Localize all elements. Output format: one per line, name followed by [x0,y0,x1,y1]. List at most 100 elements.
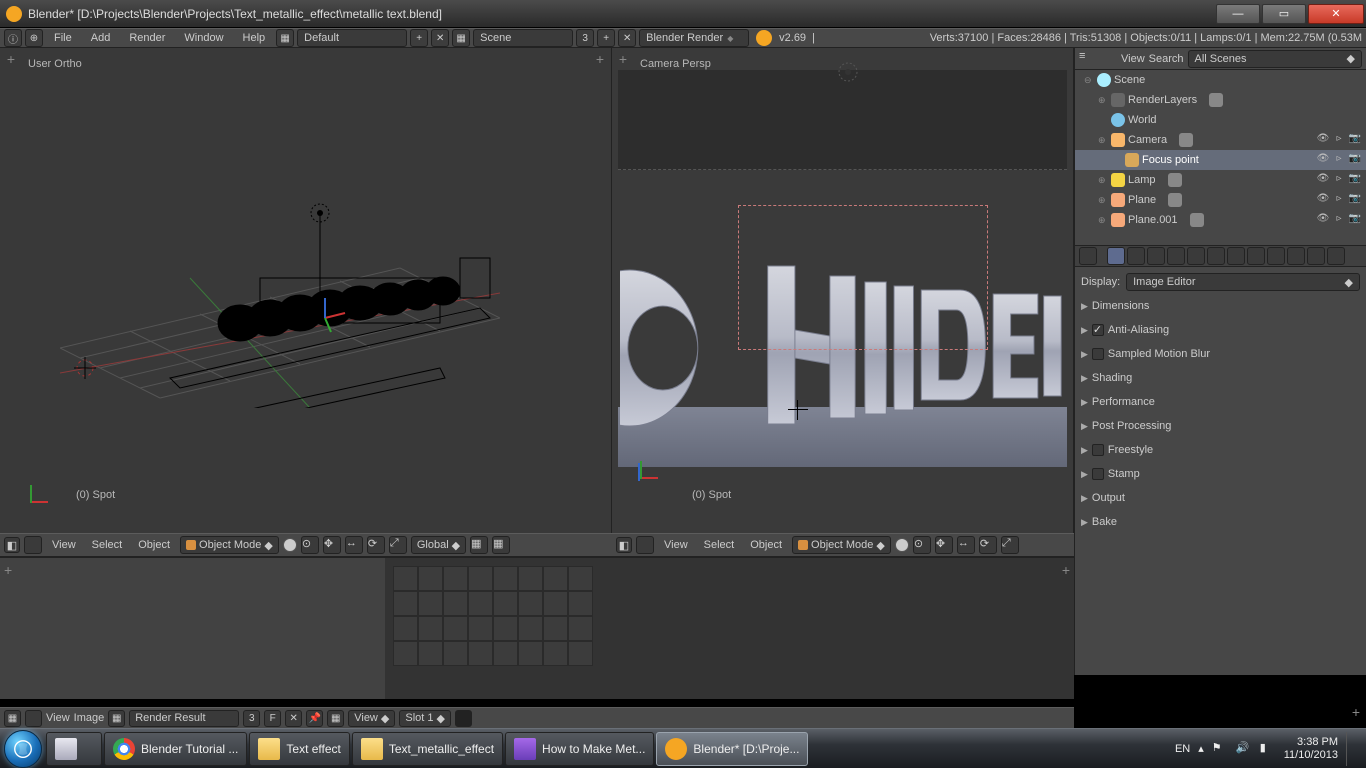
mode-dropdown[interactable]: Object Mode◆ [792,536,891,554]
menu-render[interactable]: Render [121,29,173,47]
panel-header[interactable]: ▶ Post Processing [1081,415,1360,437]
menu-file[interactable]: File [46,29,80,47]
shading-solid-icon[interactable] [895,538,909,552]
eye-icon[interactable]: 👁 [1316,133,1330,147]
panel-checkbox[interactable] [1092,324,1104,336]
delete-screen-button[interactable]: ✕ [431,29,449,47]
translate-icon[interactable]: ↔ [345,536,363,554]
action-center-icon[interactable]: ⚑ [1212,741,1228,757]
panel-checkbox[interactable] [1092,348,1104,360]
rotate-icon[interactable]: ⟳ [979,536,997,554]
tab-modifiers-icon[interactable] [1227,247,1245,265]
panel-checkbox[interactable] [1092,444,1104,456]
outliner-row[interactable]: ⊕ Camera 👁 ▹ 📷 [1075,130,1366,150]
editor-type-icon[interactable]: ◧ [616,537,632,553]
disclosure-icon[interactable]: ▶ [1081,301,1088,312]
view-browse-icon[interactable]: ▦ [327,710,344,727]
start-button[interactable] [4,730,42,768]
orientation-dropdown[interactable]: Global◆ [411,536,466,554]
disclosure-icon[interactable]: ▶ [1081,445,1088,456]
translate-icon[interactable]: ↔ [957,536,975,554]
taskbar-item[interactable]: Text effect [249,732,349,766]
eye-icon[interactable]: 👁 [1316,153,1330,167]
editor-type-icon[interactable]: ⓘ [4,29,22,47]
tab-constraints-icon[interactable] [1207,247,1225,265]
expand-toggle-icon[interactable]: ⊕ [1098,215,1108,226]
panel-checkbox[interactable] [1092,468,1104,480]
render-icon[interactable]: 📷 [1348,193,1362,207]
fake-user-button[interactable]: F [264,710,281,727]
screen-browse-icon[interactable]: ▦ [276,29,294,47]
image-name-field[interactable]: Render Result [129,710,239,727]
rotate-icon[interactable]: ⟳ [367,536,385,554]
maximize-button[interactable]: ▭ [1262,4,1306,24]
screen-layout-dropdown[interactable]: Default [297,29,407,47]
editor-type-icon[interactable]: ▦ [4,710,21,727]
tab-material-icon[interactable] [1267,247,1285,265]
panel-header[interactable]: ▶ Sampled Motion Blur [1081,343,1360,365]
disclosure-icon[interactable]: ▶ [1081,421,1088,432]
display-dropdown[interactable]: Image Editor◆ [1126,273,1360,291]
pivot-icon[interactable]: ⊙ [301,536,319,554]
scene-dropdown[interactable]: Scene [473,29,573,47]
scale-icon[interactable]: ⤢ [389,536,407,554]
image-browse-icon[interactable]: ▦ [108,710,125,727]
timeline-canvas[interactable]: + [385,558,1074,699]
panel-header[interactable]: ▶ Stamp [1081,463,1360,485]
outliner-row[interactable]: ⊕ Plane.001 👁 ▹ 📷 [1075,210,1366,230]
menu-search[interactable]: Search [1149,53,1184,65]
render-icon[interactable]: 📷 [1348,153,1362,167]
expand-icon[interactable] [25,710,42,727]
add-scene-button[interactable]: + [597,29,615,47]
network-icon[interactable]: ▮ [1260,741,1276,757]
taskbar-item[interactable]: Blender* [D:\Proje... [656,732,808,766]
tab-texture-icon[interactable] [1287,247,1305,265]
panel-header[interactable]: ▶ Shading [1081,367,1360,389]
expand-toggle-icon[interactable]: ⊕ [1098,175,1108,186]
tray-chevron-icon[interactable]: ▴ [1198,742,1204,755]
shading-solid-icon[interactable] [283,538,297,552]
menu-select[interactable]: Select [86,539,129,551]
panel-header[interactable]: ▶ Bake [1081,511,1360,533]
volume-icon[interactable]: 🔊 [1236,741,1252,757]
delete-scene-button[interactable]: ✕ [618,29,636,47]
render-icon[interactable]: 📷 [1348,173,1362,187]
system-tray[interactable]: EN ▴ ⚑ 🔊 ▮ 3:38 PM11/10/2013 [1175,732,1362,766]
editor-type-icon[interactable]: ≡ [1079,50,1096,67]
menu-view[interactable]: View [46,712,70,724]
menu-view[interactable]: View [1121,53,1145,65]
tab-world-icon[interactable] [1167,247,1185,265]
timeline-left[interactable]: + [0,558,385,699]
tab-physics-icon[interactable] [1327,247,1345,265]
panel-header[interactable]: ▶ Anti-Aliasing [1081,319,1360,341]
eye-icon[interactable]: 👁 [1316,213,1330,227]
viewport-3d-left[interactable]: + + User Ortho [0,48,612,533]
eye-icon[interactable]: 👁 [1316,193,1330,207]
unlink-button[interactable]: ✕ [285,710,302,727]
menu-select[interactable]: Select [698,539,741,551]
region-toggle-icon[interactable]: + [4,562,12,578]
expand-icon[interactable] [1100,50,1117,67]
taskbar-item[interactable]: Text_metallic_effect [352,732,503,766]
add-screen-button[interactable]: + [410,29,428,47]
expand-toggle-icon[interactable]: ⊕ [1098,195,1108,206]
minimize-button[interactable]: — [1216,4,1260,24]
taskbar-item[interactable] [46,732,102,766]
tab-render-icon[interactable] [1107,247,1125,265]
disclosure-icon[interactable]: ▶ [1081,397,1088,408]
menu-image[interactable]: Image [74,712,105,724]
outliner-row[interactable]: ⊕ Lamp 👁 ▹ 📷 [1075,170,1366,190]
outliner-row[interactable]: ⊕ RenderLayers [1075,90,1366,110]
outliner-tree[interactable]: ⊖ Scene ⊕ RenderLayers World ⊕ Camera 👁 … [1075,70,1366,245]
disclosure-icon[interactable]: ▶ [1081,373,1088,384]
expand-icon[interactable] [636,536,654,554]
menu-view[interactable]: View [46,539,82,551]
outliner-row[interactable]: Focus point 👁 ▹ 📷 [1075,150,1366,170]
expand-icon[interactable]: ⊕ [25,29,43,47]
outliner-row[interactable]: ⊕ Plane 👁 ▹ 📷 [1075,190,1366,210]
panel-header[interactable]: ▶ Dimensions [1081,295,1360,317]
expand-toggle-icon[interactable]: ⊕ [1098,135,1108,146]
disclosure-icon[interactable]: ▶ [1081,493,1088,504]
slot-dropdown[interactable]: Slot 1◆ [399,710,451,727]
show-desktop-button[interactable] [1346,732,1354,766]
